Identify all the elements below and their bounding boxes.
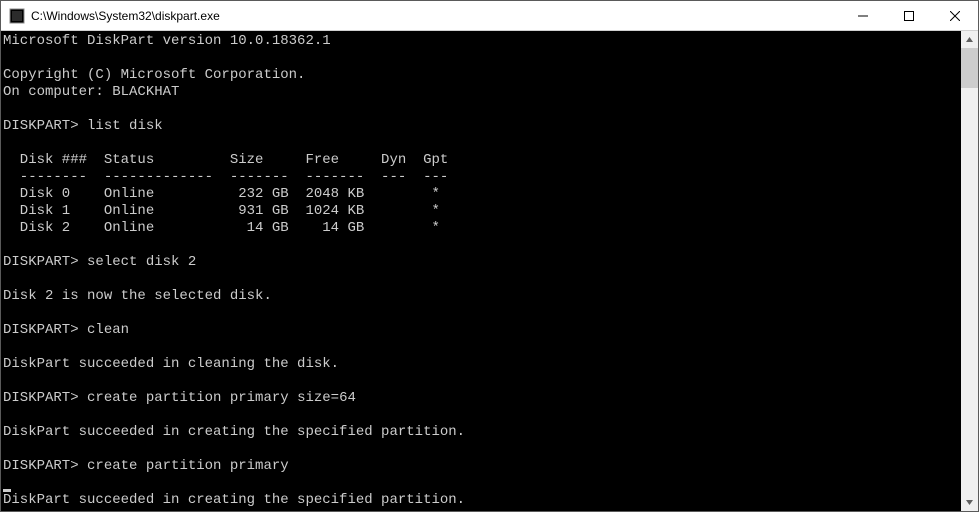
window-title: C:\Windows\System32\diskpart.exe: [31, 9, 840, 23]
minimize-button[interactable]: [840, 1, 886, 30]
computer-line: On computer: BLACKHAT: [3, 84, 179, 100]
titlebar[interactable]: C:\Windows\System32\diskpart.exe: [1, 1, 978, 31]
close-button[interactable]: [932, 1, 978, 30]
table-row: Disk 0 Online 232 GB 2048 KB *: [3, 186, 440, 202]
table-row: Disk 2 Online 14 GB 14 GB *: [3, 220, 440, 236]
cmd-list-disk: list disk: [87, 118, 163, 134]
cmd-select-disk: select disk 2: [87, 254, 196, 270]
msg-create-1: DiskPart succeeded in creating the speci…: [3, 424, 465, 440]
vertical-scrollbar[interactable]: [961, 31, 978, 511]
prompt: DISKPART>: [3, 322, 79, 338]
version-line: Microsoft DiskPart version 10.0.18362.1: [3, 33, 331, 49]
prompt: DISKPART>: [3, 390, 79, 406]
disk-table-header: Disk ### Status Size Free Dyn Gpt: [3, 152, 448, 168]
scroll-up-button[interactable]: [961, 31, 978, 48]
cmd-create-partition-1: create partition primary size=64: [87, 390, 356, 406]
window-controls: [840, 1, 978, 30]
scrollbar-thumb[interactable]: [961, 48, 978, 88]
msg-selected: Disk 2 is now the selected disk.: [3, 288, 272, 304]
cmd-clean: clean: [87, 322, 129, 338]
maximize-button[interactable]: [886, 1, 932, 30]
terminal-output[interactable]: Microsoft DiskPart version 10.0.18362.1 …: [1, 31, 961, 511]
scroll-down-button[interactable]: [961, 494, 978, 511]
prompt: DISKPART>: [3, 118, 79, 134]
prompt: DISKPART>: [3, 458, 79, 474]
app-icon: [9, 8, 25, 24]
prompt: DISKPART>: [3, 254, 79, 270]
cmd-create-partition-2: create partition primary: [87, 458, 289, 474]
scrollbar-track[interactable]: [961, 48, 978, 494]
msg-clean: DiskPart succeeded in cleaning the disk.: [3, 356, 339, 372]
msg-create-2: DiskPart succeeded in creating the speci…: [3, 492, 465, 508]
client-area: Microsoft DiskPart version 10.0.18362.1 …: [1, 31, 978, 511]
table-row: Disk 1 Online 931 GB 1024 KB *: [3, 203, 440, 219]
copyright-line: Copyright (C) Microsoft Corporation.: [3, 67, 305, 83]
disk-table-divider: -------- ------------- ------- ------- -…: [3, 169, 448, 185]
